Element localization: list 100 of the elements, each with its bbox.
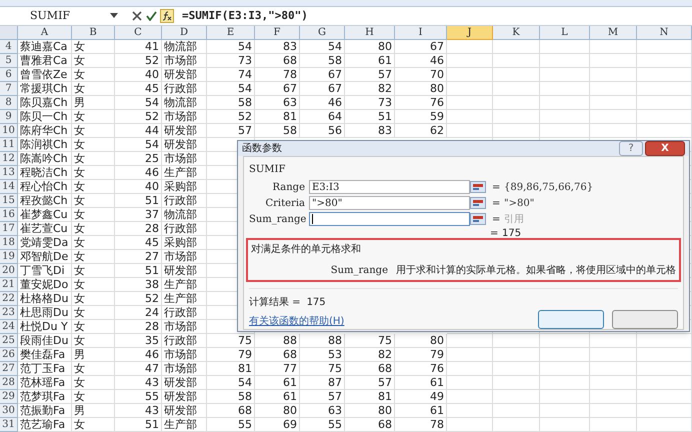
column-header[interactable]: E	[207, 26, 255, 40]
row-header[interactable]: 22	[0, 292, 18, 306]
table-cell: 丁雪飞Di	[18, 264, 72, 278]
table-cell: 采购部	[162, 236, 207, 250]
table-cell: 61	[395, 376, 447, 390]
table-cell: 女	[72, 306, 115, 320]
row-header[interactable]: 9	[0, 110, 18, 124]
table-cell: 生产部	[162, 278, 207, 292]
row-header[interactable]: 27	[0, 362, 18, 376]
table-cell: 邓智航De	[18, 250, 72, 264]
table-cell: 63	[255, 96, 300, 110]
row-header[interactable]: 13	[0, 166, 18, 180]
table-cell: 68	[345, 362, 395, 376]
table-cell: 研发部	[162, 124, 207, 138]
table-cell: 44	[115, 124, 162, 138]
table-cell: 女	[72, 278, 115, 292]
row-header[interactable]: 18	[0, 236, 18, 250]
table-cell: 41	[115, 40, 162, 54]
table-cell: 范梦琪Fa	[18, 390, 72, 404]
table-cell: 75	[207, 334, 255, 348]
table-cell: 行政部	[162, 306, 207, 320]
function-description: 对满足条件的单元格求和	[251, 242, 362, 257]
table-cell: 82	[345, 348, 395, 362]
table-cell: 77	[255, 362, 300, 376]
row-header[interactable]: 10	[0, 124, 18, 138]
row-header[interactable]: 14	[0, 180, 18, 194]
table-cell: 38	[115, 278, 162, 292]
row-header[interactable]: 4	[0, 40, 18, 54]
table-cell: 45	[115, 236, 162, 250]
row-header[interactable]: 8	[0, 96, 18, 110]
row-header[interactable]: 15	[0, 194, 18, 208]
table-cell: 女	[72, 292, 115, 306]
column-header[interactable]: F	[255, 26, 300, 40]
table-cell: 63	[300, 404, 345, 418]
table-cell: 25	[115, 152, 162, 166]
row-header[interactable]: 11	[0, 138, 18, 152]
row-header[interactable]: 6	[0, 68, 18, 82]
row-header[interactable]: 20	[0, 264, 18, 278]
column-header[interactable]: N	[637, 26, 692, 40]
table-cell: 程孜懿Ch	[18, 194, 72, 208]
column-header[interactable]: I	[395, 26, 447, 40]
table-cell: 82	[345, 82, 395, 96]
table-cell: 市场部	[162, 110, 207, 124]
argument-name: Sum_range	[330, 264, 388, 278]
table-cell: 陈府华Ch	[18, 124, 72, 138]
column-header[interactable]: G	[300, 26, 345, 40]
table-cell: 54	[300, 40, 345, 54]
row-header[interactable]: 23	[0, 306, 18, 320]
table-cell: 40	[115, 180, 162, 194]
table-cell: 76	[395, 96, 447, 110]
name-box[interactable]: SUMIF	[0, 8, 110, 24]
table-cell: 男	[72, 96, 115, 110]
column-header[interactable]: A	[18, 26, 72, 40]
table-cell: 57	[345, 68, 395, 82]
argument-input[interactable]: E3:I3	[309, 180, 470, 194]
table-cell: 68	[255, 348, 300, 362]
table-cell: 陈润祺Ch	[18, 138, 72, 152]
argument-result: ">80"	[504, 196, 534, 210]
table-cell: 研发部	[162, 390, 207, 404]
table-cell: 行政部	[162, 334, 207, 348]
column-header[interactable]: M	[590, 26, 637, 40]
row-header[interactable]: 16	[0, 208, 18, 222]
table-cell: 女	[72, 40, 115, 54]
close-button[interactable]: X	[645, 141, 685, 156]
row-header[interactable]: 12	[0, 152, 18, 166]
row-header[interactable]: 7	[0, 82, 18, 96]
table-cell: 杜格格Du	[18, 292, 72, 306]
argument-input[interactable]: ">80"	[309, 196, 470, 210]
formula-text[interactable]: =SUMIF(E3:I3,">80")	[182, 8, 308, 24]
column-header[interactable]: H	[345, 26, 395, 40]
argument-label: Range	[272, 180, 306, 194]
table-cell: 程晓洁Ch	[18, 166, 72, 180]
row-header[interactable]: 19	[0, 250, 18, 264]
table-cell: 生产部	[162, 418, 207, 432]
table-cell: 生产部	[162, 292, 207, 306]
help-button[interactable]: ?	[619, 141, 643, 156]
row-header[interactable]: 31	[0, 418, 18, 432]
column-header[interactable]: B	[72, 26, 115, 40]
table-cell: 研发部	[162, 404, 207, 418]
table-cell: 67	[300, 68, 345, 82]
row-header[interactable]: 24	[0, 320, 18, 334]
row-header[interactable]: 28	[0, 376, 18, 390]
table-cell: 74	[207, 68, 255, 82]
column-header[interactable]: D	[162, 26, 207, 40]
column-header[interactable]: L	[540, 26, 590, 40]
row-header[interactable]: 5	[0, 54, 18, 68]
table-cell: 蔡迪嘉Ca	[18, 40, 72, 54]
row-header[interactable]: 21	[0, 278, 18, 292]
row-header[interactable]: 26	[0, 348, 18, 362]
column-header[interactable]: C	[115, 26, 162, 40]
column-header[interactable]: K	[493, 26, 540, 40]
column-header[interactable]: J	[447, 26, 493, 40]
table-cell: 女	[72, 110, 115, 124]
result-value: 175	[306, 296, 326, 310]
row-header[interactable]: 25	[0, 334, 18, 348]
row-header[interactable]: 17	[0, 222, 18, 236]
row-header[interactable]: 29	[0, 390, 18, 404]
help-link[interactable]: 有关该函数的帮助(H)	[249, 314, 344, 329]
table-cell: 55	[115, 390, 162, 404]
row-header[interactable]: 30	[0, 404, 18, 418]
